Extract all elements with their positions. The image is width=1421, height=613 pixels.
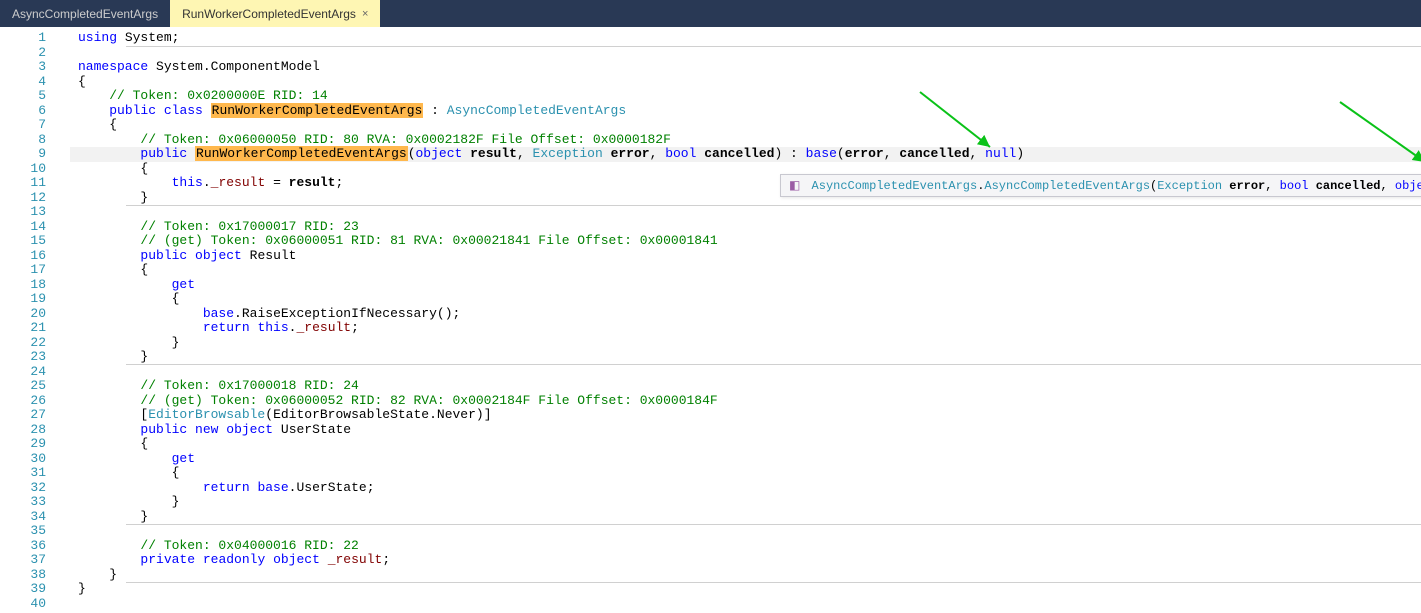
code-line: } [70,350,1421,365]
code-line: } [70,582,1421,597]
line-number: 17 [0,263,46,278]
code-line: return this._result; [70,321,1421,336]
code-line [70,365,1421,380]
line-number: 20 [0,307,46,322]
line-number: 37 [0,553,46,568]
line-number: 9 [0,147,46,162]
code-line: { [70,292,1421,307]
code-line: } [70,510,1421,525]
code-line: // Token: 0x06000050 RID: 80 RVA: 0x0002… [70,133,1421,148]
line-number: 2 [0,46,46,61]
line-number: 31 [0,466,46,481]
line-number: 3 [0,60,46,75]
tab-bar: AsyncCompletedEventArgs RunWorkerComplet… [0,0,1421,27]
line-number: 28 [0,423,46,438]
code-line: return base.UserState; [70,481,1421,496]
code-line: public new object UserState [70,423,1421,438]
code-line: public object Result [70,249,1421,264]
close-icon[interactable]: × [362,8,368,20]
code-line: using System; [70,31,1421,46]
tt-type: AsyncCompletedEventArgs [812,179,978,193]
code-line [70,46,1421,61]
code-line: { [70,263,1421,278]
code-line [70,597,1421,612]
code-line: base.RaiseExceptionIfNecessary(); [70,307,1421,322]
editor: 1234567891011121314151617181920212223242… [0,27,1421,613]
line-number: 12 [0,191,46,206]
tab-label: RunWorkerCompletedEventArgs [182,7,356,21]
line-number: 39 [0,582,46,597]
code-area[interactable]: ◧ AsyncCompletedEventArgs.AsyncCompleted… [70,27,1421,613]
line-number: 21 [0,321,46,336]
method-icon: ◧ [789,179,800,193]
code-line [70,524,1421,539]
code-line: { [70,437,1421,452]
line-number: 11 [0,176,46,191]
code-line: // Token: 0x17000018 RID: 24 [70,379,1421,394]
tab-async[interactable]: AsyncCompletedEventArgs [0,0,170,27]
line-number-gutter: 1234567891011121314151617181920212223242… [0,27,56,613]
line-number: 26 [0,394,46,409]
line-number: 22 [0,336,46,351]
tab-runworker[interactable]: RunWorkerCompletedEventArgs × [170,0,380,27]
code-line: // Token: 0x04000016 RID: 22 [70,539,1421,554]
line-number: 38 [0,568,46,583]
line-number: 7 [0,118,46,133]
code-line: namespace System.ComponentModel [70,60,1421,75]
code-line [70,205,1421,220]
code-line: private readonly object _result; [70,553,1421,568]
code-line: } [70,568,1421,583]
code-line: [EditorBrowsable(EditorBrowsableState.Ne… [70,408,1421,423]
code-line: } [70,495,1421,510]
code-line: { [70,118,1421,133]
line-number: 34 [0,510,46,525]
code-line: } [70,336,1421,351]
code-line-current: public RunWorkerCompletedEventArgs(objec… [70,147,1421,162]
code-line: // Token: 0x17000017 RID: 23 [70,220,1421,235]
code-line: public class RunWorkerCompletedEventArgs… [70,104,1421,119]
code-line: // Token: 0x0200000E RID: 14 [70,89,1421,104]
code-line: // (get) Token: 0x06000051 RID: 81 RVA: … [70,234,1421,249]
code-line: { [70,466,1421,481]
signature-tooltip: ◧ AsyncCompletedEventArgs.AsyncCompleted… [780,174,1421,197]
line-number: 33 [0,495,46,510]
line-number: 14 [0,220,46,235]
tt-type: AsyncCompletedEventArgs [984,179,1150,193]
code-line: { [70,75,1421,90]
line-number: 32 [0,481,46,496]
line-number: 18 [0,278,46,293]
line-number: 16 [0,249,46,264]
line-number: 4 [0,75,46,90]
line-number: 23 [0,350,46,365]
line-number: 6 [0,104,46,119]
line-number: 29 [0,437,46,452]
line-number: 25 [0,379,46,394]
line-number: 19 [0,292,46,307]
code-line: get [70,452,1421,467]
code-line: get [70,278,1421,293]
line-number: 24 [0,365,46,380]
line-number: 40 [0,597,46,612]
collapse-margin [56,27,70,613]
line-number: 1 [0,31,46,46]
line-number: 5 [0,89,46,104]
line-number: 35 [0,524,46,539]
line-number: 30 [0,452,46,467]
code-line: // (get) Token: 0x06000052 RID: 82 RVA: … [70,394,1421,409]
line-number: 10 [0,162,46,177]
line-number: 13 [0,205,46,220]
line-number: 36 [0,539,46,554]
line-number: 27 [0,408,46,423]
line-number: 8 [0,133,46,148]
tab-label: AsyncCompletedEventArgs [12,7,158,21]
line-number: 15 [0,234,46,249]
